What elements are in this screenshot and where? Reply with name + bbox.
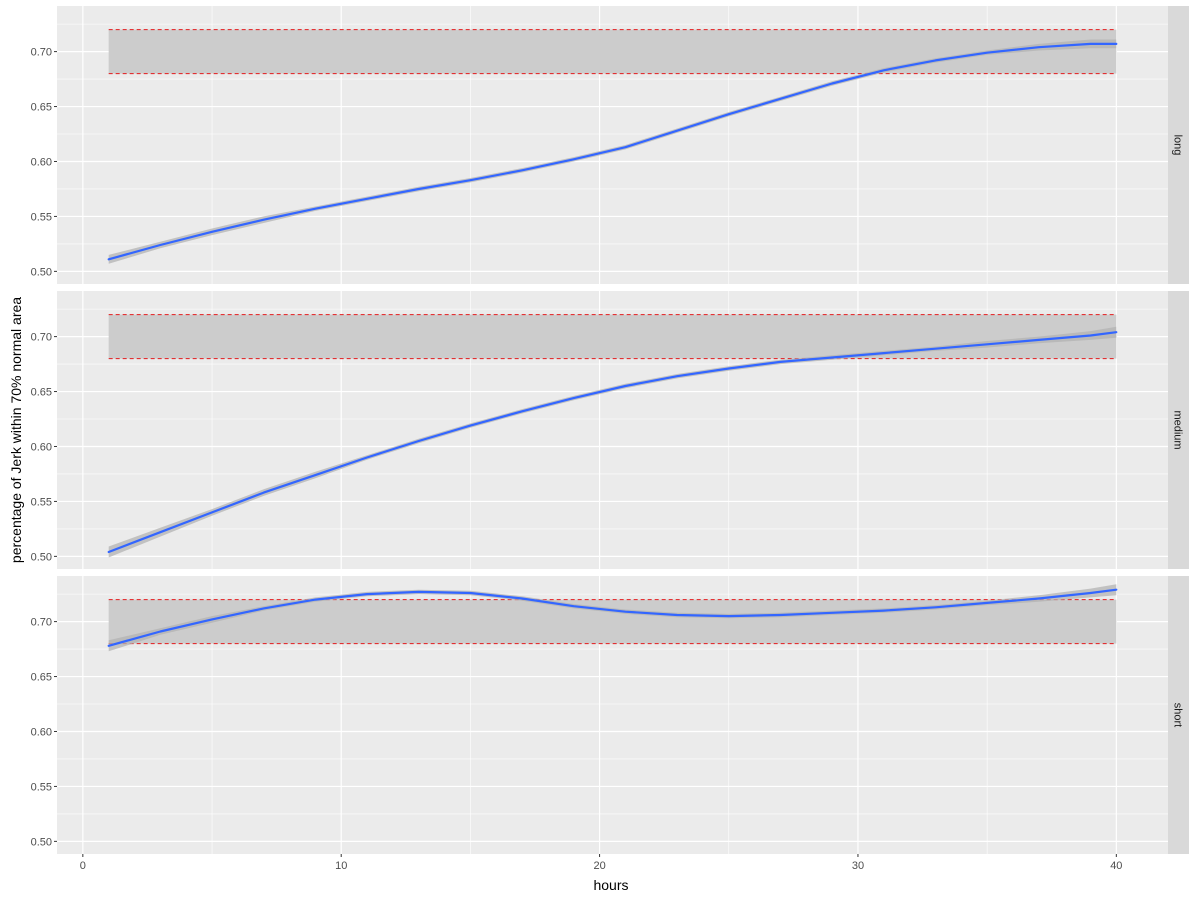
facet-strip-label: medium <box>1172 410 1184 449</box>
x-tick-label: 0 <box>80 860 86 872</box>
x-tick-label: 10 <box>335 860 347 872</box>
y-tick-label: 0.65 <box>31 102 52 114</box>
y-tick-label: 0.70 <box>31 47 52 59</box>
reference-band <box>108 314 1117 359</box>
x-axis-title: hours <box>593 877 628 893</box>
facet-panel-short: 0.50 0.55 0.60 0.65 0.70 short <box>31 576 1189 854</box>
y-tick-label: 0.65 <box>31 672 52 684</box>
x-tick-label: 30 <box>852 860 864 872</box>
x-tick-label: 40 <box>1110 860 1122 872</box>
y-tick-label: 0.55 <box>31 211 52 223</box>
faceted-line-chart: 0.50 0.55 0.60 0.65 0.70 long 0.50 0.55 0.60 0.65… <box>0 0 1200 900</box>
y-tick-label: 0.60 <box>31 156 52 168</box>
y-tick-label: 0.50 <box>31 836 52 848</box>
facet-panel-long: 0.50 0.55 0.60 0.65 0.70 long <box>31 6 1189 284</box>
y-tick-label: 0.50 <box>31 551 52 563</box>
y-tick-label: 0.50 <box>31 266 52 278</box>
x-tick-label: 20 <box>593 860 605 872</box>
facet-panel-medium: 0.50 0.55 0.60 0.65 0.70 medium <box>31 291 1189 569</box>
y-tick-label: 0.60 <box>31 726 52 738</box>
reference-band <box>108 29 1117 74</box>
y-tick-label: 0.70 <box>31 617 52 629</box>
y-tick-label: 0.60 <box>31 441 52 453</box>
chart-svg: 0.50 0.55 0.60 0.65 0.70 long 0.50 0.55 0.60 0.65… <box>8 6 1189 893</box>
y-tick-label: 0.70 <box>31 332 52 344</box>
y-tick-label: 0.65 <box>31 387 52 399</box>
facet-strip-label: short <box>1172 703 1184 727</box>
y-tick-label: 0.55 <box>31 781 52 793</box>
facet-strip-label: long <box>1172 135 1184 156</box>
y-axis-title: percentage of Jerk within 70% normal are… <box>8 297 24 563</box>
y-tick-label: 0.55 <box>31 496 52 508</box>
